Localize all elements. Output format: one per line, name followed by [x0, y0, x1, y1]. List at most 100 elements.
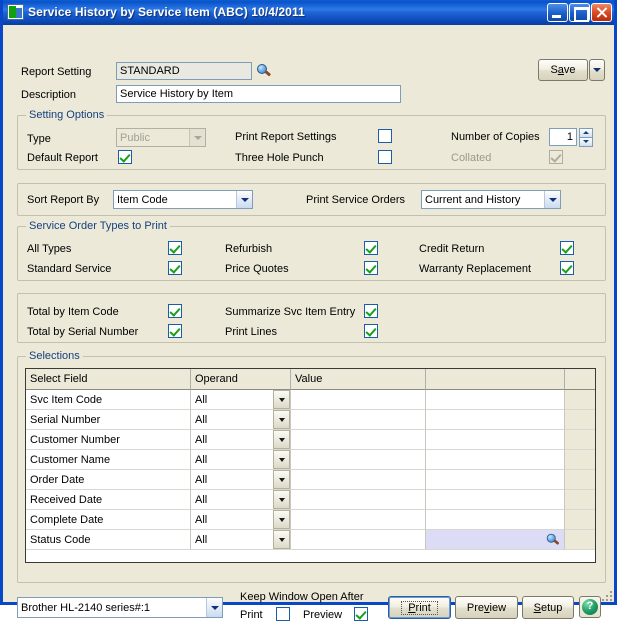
row-operand-value-5: All — [195, 493, 208, 506]
stepper-up-icon[interactable] — [579, 128, 593, 138]
chevron-down-icon[interactable] — [273, 470, 290, 489]
report-setting-lookup-magnifier-icon[interactable] — [257, 64, 272, 78]
row-value-1[interactable] — [291, 410, 426, 430]
totals-label-3: Print Lines — [225, 326, 277, 338]
chevron-down-icon[interactable] — [273, 410, 290, 429]
row-value2-4[interactable] — [426, 470, 565, 490]
title-bar: Service History by Service Item (ABC) 10… — [3, 0, 614, 25]
totals-checkbox-2[interactable] — [364, 304, 378, 318]
row-operand-4[interactable]: All — [191, 470, 291, 490]
report-setting-input[interactable]: STANDARD — [116, 62, 252, 80]
row-operand-3[interactable]: All — [191, 450, 291, 470]
table-row[interactable]: Complete Date All — [26, 510, 595, 530]
minimize-button[interactable] — [547, 2, 568, 22]
totals-checkbox-1[interactable] — [168, 324, 182, 338]
keep-open-print-checkbox[interactable] — [276, 607, 290, 621]
description-input[interactable]: Service History by Item — [116, 85, 401, 103]
type-select[interactable]: Public — [116, 128, 206, 147]
chevron-down-icon[interactable] — [273, 390, 290, 409]
row-value2-7[interactable] — [426, 530, 565, 550]
chevron-down-icon[interactable] — [273, 450, 290, 469]
collated-label: Collated — [451, 152, 492, 164]
row-field-3: Customer Name — [26, 450, 191, 470]
number-of-copies-input[interactable]: 1 — [549, 128, 577, 146]
print-report-settings-checkbox[interactable] — [378, 129, 392, 143]
help-button[interactable]: ? — [579, 596, 601, 618]
minimize-icon — [548, 4, 567, 21]
row-field-4: Order Date — [26, 470, 191, 490]
row-operand-2[interactable]: All — [191, 430, 291, 450]
maximize-button[interactable] — [569, 2, 590, 22]
row-value-3[interactable] — [291, 450, 426, 470]
number-of-copies-stepper[interactable] — [579, 128, 593, 147]
order-type-checkbox-1[interactable] — [168, 261, 182, 275]
table-row[interactable]: Serial Number All — [26, 410, 595, 430]
print-service-orders-select[interactable]: Current and History — [421, 190, 561, 209]
preview-button[interactable]: Preview — [455, 596, 518, 619]
order-type-checkbox-0[interactable] — [168, 241, 182, 255]
order-type-checkbox-3[interactable] — [364, 261, 378, 275]
row-operand-value-2: All — [195, 433, 208, 446]
save-options-button[interactable] — [589, 59, 605, 81]
row-value2-1[interactable] — [426, 410, 565, 430]
print-button[interactable]: Print — [388, 596, 451, 619]
chevron-down-icon — [206, 598, 222, 617]
row-field-7: Status Code — [26, 530, 191, 550]
printer-select[interactable]: Brother HL-2140 series#:1 — [17, 597, 223, 618]
chevron-down-icon — [593, 68, 601, 72]
chevron-down-icon[interactable] — [273, 510, 290, 529]
row-value2-2[interactable] — [426, 430, 565, 450]
row-value2-5[interactable] — [426, 490, 565, 510]
chevron-down-icon[interactable] — [273, 430, 290, 449]
row-extra-3 — [565, 450, 595, 470]
row-operand-1[interactable]: All — [191, 410, 291, 430]
row-value2-0[interactable] — [426, 390, 565, 410]
order-type-checkbox-5[interactable] — [560, 261, 574, 275]
sort-report-by-select[interactable]: Item Code — [113, 190, 253, 209]
row-operand-0[interactable]: All — [191, 390, 291, 410]
table-row[interactable]: Received Date All — [26, 490, 595, 510]
row-value-5[interactable] — [291, 490, 426, 510]
order-type-label-4: Credit Return — [419, 243, 485, 255]
row-value2-6[interactable] — [426, 510, 565, 530]
number-of-copies-label: Number of Copies — [451, 131, 540, 143]
status-code-lookup-magnifier-icon[interactable] — [546, 533, 561, 546]
table-row[interactable]: Customer Name All — [26, 450, 595, 470]
row-operand-5[interactable]: All — [191, 490, 291, 510]
printer-select-value: Brother HL-2140 series#:1 — [21, 601, 151, 614]
row-field-0: Svc Item Code — [26, 390, 191, 410]
table-row[interactable]: Order Date All — [26, 470, 595, 490]
chevron-down-icon[interactable] — [273, 530, 290, 549]
setup-button-label: Setup — [533, 601, 563, 614]
close-button[interactable] — [591, 2, 612, 22]
row-value2-3[interactable] — [426, 450, 565, 470]
keep-open-preview-checkbox[interactable] — [354, 607, 368, 621]
row-operand-7[interactable]: All — [191, 530, 291, 550]
order-type-checkbox-4[interactable] — [560, 241, 574, 255]
row-operand-6[interactable]: All — [191, 510, 291, 530]
row-operand-value-3: All — [195, 453, 208, 466]
column-header-extra — [565, 369, 595, 390]
setup-button[interactable]: Setup — [522, 596, 574, 619]
chevron-down-icon[interactable] — [273, 490, 290, 509]
totals-checkbox-3[interactable] — [364, 324, 378, 338]
totals-checkbox-0[interactable] — [168, 304, 182, 318]
row-value-4[interactable] — [291, 470, 426, 490]
table-row[interactable]: Status Code All — [26, 530, 595, 550]
table-row[interactable]: Customer Number All — [26, 430, 595, 450]
order-type-checkbox-2[interactable] — [364, 241, 378, 255]
row-value-0[interactable] — [291, 390, 426, 410]
row-value-7[interactable] — [291, 530, 426, 550]
column-header-operand: Operand — [191, 369, 291, 390]
chevron-down-icon — [189, 129, 205, 146]
table-row[interactable]: Svc Item Code All — [26, 390, 595, 410]
row-value-2[interactable] — [291, 430, 426, 450]
three-hole-punch-checkbox[interactable] — [378, 150, 392, 164]
save-button[interactable]: Save — [538, 59, 588, 81]
stepper-down-icon[interactable] — [579, 137, 593, 147]
three-hole-punch-label: Three Hole Punch — [235, 152, 324, 164]
resize-gripper[interactable] — [600, 589, 612, 601]
window-title: Service History by Service Item (ABC) 10… — [28, 5, 305, 19]
default-report-checkbox[interactable] — [118, 150, 132, 164]
row-value-6[interactable] — [291, 510, 426, 530]
